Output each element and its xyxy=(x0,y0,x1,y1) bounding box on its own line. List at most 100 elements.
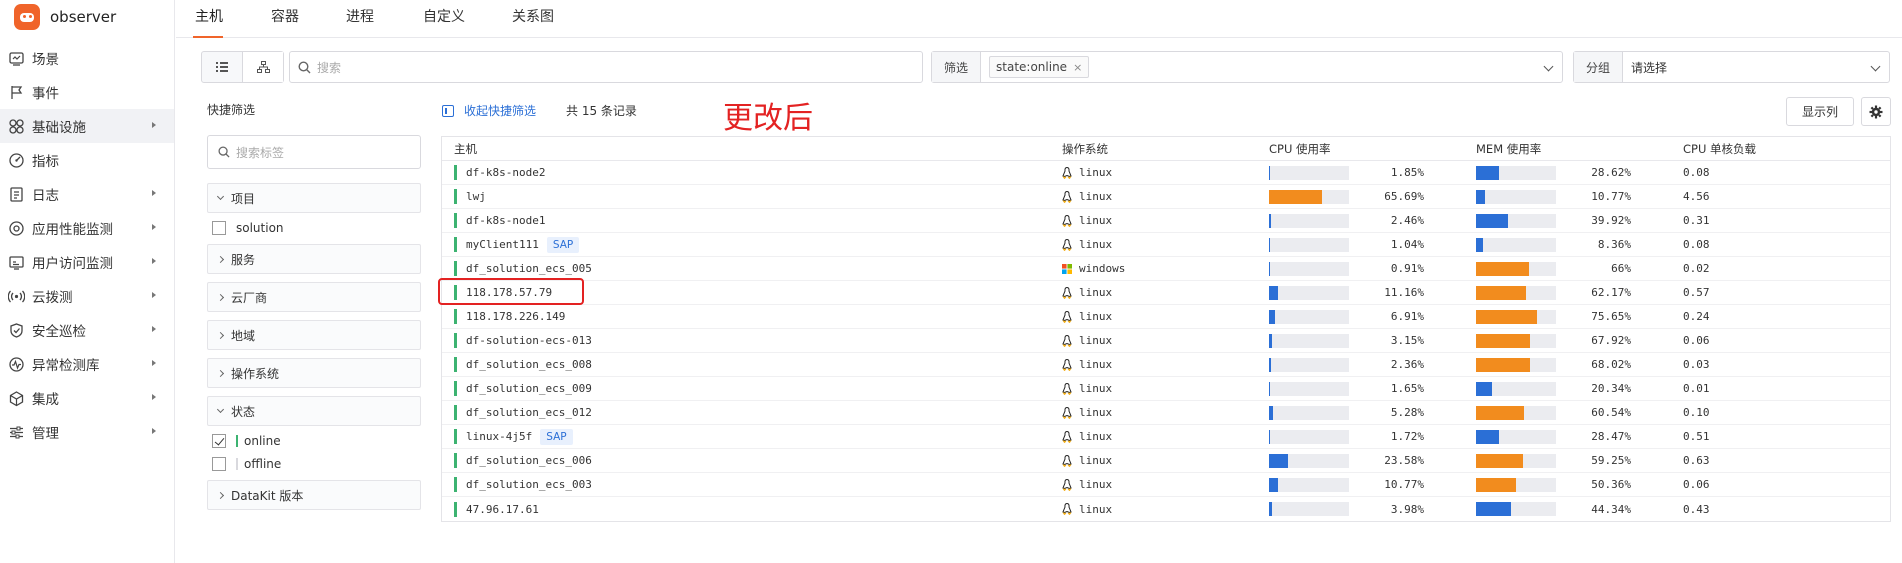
host-name[interactable]: df-solution-ecs-013 xyxy=(466,334,592,347)
close-icon[interactable]: × xyxy=(1073,61,1082,74)
host-name[interactable]: df_solution_ecs_005 xyxy=(466,262,592,275)
checkbox[interactable] xyxy=(212,457,226,471)
table-row[interactable]: df_solution_ecs_005 windows 0.91% 66% 0.02 xyxy=(442,257,1890,281)
sidebar-item-8[interactable]: 安全巡检 xyxy=(0,313,174,347)
facet-0[interactable]: 项目 xyxy=(207,183,421,213)
host-name[interactable]: df_solution_ecs_012 xyxy=(466,406,592,419)
table-row[interactable]: linux-4j5f SAP linux 1.72% 28.47% 0.51 xyxy=(442,425,1890,449)
table-row[interactable]: df_solution_ecs_003 linux 10.77% 50.36% 0.06 xyxy=(442,473,1890,497)
table-row[interactable]: 118.178.226.149 linux 6.91% 75.65% 0.24 xyxy=(442,305,1890,329)
filter-select[interactable]: 筛选 state:online × xyxy=(931,51,1563,83)
app-logo[interactable]: observer xyxy=(14,3,116,31)
table-row[interactable]: myClient111 SAP linux 1.04% 8.36% 0.08 xyxy=(442,233,1890,257)
cpu-load-cell: 0.31 xyxy=(1683,214,1710,227)
column-header-host[interactable]: 主机 xyxy=(442,141,1062,157)
column-header-mem[interactable]: MEM 使用率 xyxy=(1476,141,1683,157)
mem-usage-value: 66% xyxy=(1611,262,1631,275)
list-view-button[interactable] xyxy=(202,52,242,82)
checkbox[interactable] xyxy=(212,434,226,448)
sidebar-item-0[interactable]: 场景 xyxy=(0,41,174,75)
mem-usage-bar xyxy=(1476,237,1556,252)
show-columns-button[interactable]: 显示列 xyxy=(1786,97,1854,126)
tab-1[interactable]: 容器 xyxy=(271,6,299,26)
facet-option[interactable]: online xyxy=(212,434,281,448)
table-row[interactable]: df-solution-ecs-013 linux 3.15% 67.92% 0.06 xyxy=(442,329,1890,353)
facet-1[interactable]: 服务 xyxy=(207,244,421,274)
chevron-down-icon[interactable] xyxy=(1870,61,1881,72)
tab-0[interactable]: 主机 xyxy=(195,6,223,26)
sidebar-item-7[interactable]: 云拨测 xyxy=(0,279,174,313)
host-name[interactable]: df-k8s-node1 xyxy=(466,214,545,227)
facet-3[interactable]: 地域 xyxy=(207,320,421,350)
settings-button[interactable] xyxy=(1861,97,1891,126)
table-row[interactable]: df_solution_ecs_006 linux 23.58% 59.25% 0.63 xyxy=(442,449,1890,473)
facet-5[interactable]: 状态 xyxy=(207,396,421,426)
host-name[interactable]: df_solution_ecs_008 xyxy=(466,358,592,371)
table-row[interactable]: df_solution_ecs_009 linux 1.65% 20.34% 0.01 xyxy=(442,377,1890,401)
host-name[interactable]: df-k8s-node2 xyxy=(466,166,545,179)
facet-option[interactable]: offline xyxy=(212,457,281,471)
sidebar-item-1[interactable]: 事件 xyxy=(0,75,174,109)
table-row[interactable]: 118.178.57.79 linux 11.16% 62.17% 0.57 xyxy=(442,281,1890,305)
table-row[interactable]: 47.96.17.61 linux 3.98% 44.34% 0.43 xyxy=(442,497,1890,521)
column-header-load[interactable]: CPU 单核负载 xyxy=(1683,141,1890,157)
sidebar-item-3[interactable]: 指标 xyxy=(0,143,174,177)
sidebar-item-6[interactable]: 用户访问监测 xyxy=(0,245,174,279)
tab-3[interactable]: 自定义 xyxy=(423,6,465,26)
table-row[interactable]: df-k8s-node2 linux 1.85% 28.62% 0.08 xyxy=(442,161,1890,185)
quick-filter-title: 快捷筛选 xyxy=(207,103,256,117)
cpu-usage-value: 6.91% xyxy=(1390,310,1424,323)
column-header-cpu[interactable]: CPU 使用率 xyxy=(1269,141,1476,157)
host-cell: myClient111 SAP xyxy=(442,236,1062,253)
table-row[interactable]: df_solution_ecs_008 linux 2.36% 68.02% 0.03 xyxy=(442,353,1890,377)
facet-6[interactable]: DataKit 版本 xyxy=(207,480,421,510)
search-input[interactable]: 搜索 xyxy=(289,51,923,83)
os-name: linux xyxy=(1079,166,1113,179)
tab-2[interactable]: 进程 xyxy=(346,6,374,26)
os-name: linux xyxy=(1079,454,1113,467)
column-header-os[interactable]: 操作系统 xyxy=(1062,141,1269,157)
host-name[interactable]: df_solution_ecs_006 xyxy=(466,454,592,467)
chevron-down-icon[interactable] xyxy=(1543,61,1554,72)
sidebar-item-5[interactable]: 应用性能监测 xyxy=(0,211,174,245)
sidebar-item-9[interactable]: 异常检测库 xyxy=(0,347,174,381)
table-row[interactable]: df_solution_ecs_012 linux 5.28% 60.54% 0.10 xyxy=(442,401,1890,425)
collapse-quick-filter-link[interactable]: 收起快捷筛选 xyxy=(442,102,536,119)
host-name[interactable]: 118.178.226.149 xyxy=(466,310,565,323)
mem-usage-fill xyxy=(1476,309,1537,324)
os-name: linux xyxy=(1079,478,1113,491)
sidebar-item-10[interactable]: 集成 xyxy=(0,381,174,415)
sidebar: observer 场景 事件 基础设施 指标 日志 应用性能监测 用户访问监测 云拨测 安全巡检… xyxy=(0,0,175,563)
cpu-usage-bar xyxy=(1269,285,1349,300)
sidebar-item-4[interactable]: 日志 xyxy=(0,177,174,211)
status-indicator xyxy=(236,435,238,447)
sap-badge: SAP xyxy=(540,428,573,445)
cpu-load-cell: 0.06 xyxy=(1683,334,1710,347)
facet-2[interactable]: 云厂商 xyxy=(207,282,421,312)
topology-view-button[interactable] xyxy=(242,52,283,82)
sidebar-item-2[interactable]: 基础设施 xyxy=(0,109,174,143)
sidebar-item-11[interactable]: 管理 xyxy=(0,415,174,449)
mem-usage-fill xyxy=(1476,453,1524,468)
host-name[interactable]: 47.96.17.61 xyxy=(466,503,539,516)
linux-icon xyxy=(1062,190,1072,203)
os-name: linux xyxy=(1079,430,1113,443)
host-name[interactable]: lwj xyxy=(466,190,486,203)
host-name[interactable]: myClient111 xyxy=(466,238,539,251)
group-select[interactable]: 分组 请选择 xyxy=(1573,51,1890,83)
table-row[interactable]: df-k8s-node1 linux 2.46% 39.92% 0.31 xyxy=(442,209,1890,233)
host-cell: df-solution-ecs-013 xyxy=(442,333,1062,348)
facet-4[interactable]: 操作系统 xyxy=(207,358,421,388)
cpu-usage-fill xyxy=(1269,453,1288,468)
tag-search-input[interactable]: 搜索标签 xyxy=(207,135,421,169)
cpu-usage-bar xyxy=(1269,165,1349,180)
facet-option[interactable]: solution xyxy=(212,221,284,235)
host-name[interactable]: df_solution_ecs_003 xyxy=(466,478,592,491)
table-row[interactable]: lwj linux 65.69% 10.77% 4.56 xyxy=(442,185,1890,209)
host-name[interactable]: linux-4j5f xyxy=(466,430,532,443)
checkbox[interactable] xyxy=(212,221,226,235)
cpu-cell: 10.77% xyxy=(1269,477,1476,492)
tab-4[interactable]: 关系图 xyxy=(512,6,554,26)
table-header: 主机 操作系统 CPU 使用率 MEM 使用率 CPU 单核负载 xyxy=(442,137,1890,161)
host-name[interactable]: df_solution_ecs_009 xyxy=(466,382,592,395)
